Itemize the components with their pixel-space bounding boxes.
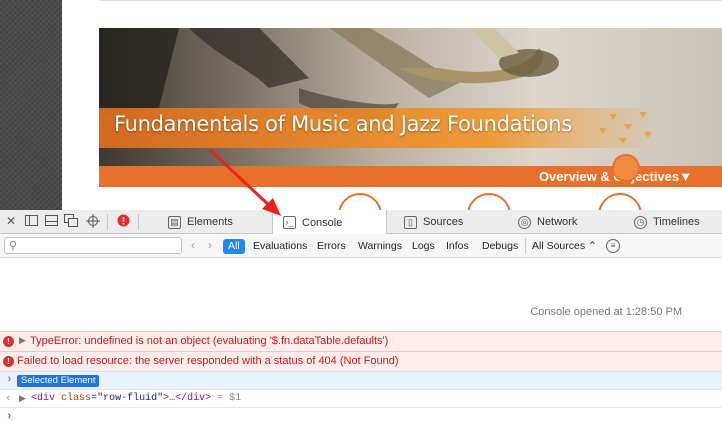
next-match-icon[interactable]: › <box>202 238 218 254</box>
console-output: Console opened at 1:28:50 PM ! ▶ TypeErr… <box>0 259 722 421</box>
filter-all[interactable]: All <box>223 239 245 254</box>
tab-label: Network <box>537 216 578 228</box>
disclosure-triangle-icon[interactable]: ▶ <box>19 394 26 404</box>
selected-element-badge: Selected Element <box>17 375 100 387</box>
search-input[interactable] <box>25 239 175 252</box>
result-arrow-icon: ‹ <box>5 393 12 405</box>
search-icon: ⚲ <box>9 240 18 252</box>
toolbar-divider <box>107 214 108 230</box>
error-message: Failed to load resource: the server resp… <box>17 355 399 367</box>
filter-infos[interactable]: Infos <box>441 239 474 254</box>
close-icon[interactable]: ✕ <box>4 214 18 228</box>
hover-indicator-icon <box>612 154 640 182</box>
filter-divider <box>525 238 526 254</box>
code-var: = $1 <box>217 393 242 404</box>
error-icon: ! <box>3 336 14 347</box>
tab-label: Elements <box>187 216 233 228</box>
prompt-chevron-icon: › <box>6 374 13 386</box>
console-icon: ›_ <box>283 216 296 229</box>
tab-sources[interactable]: ▯ Sources <box>394 210 473 234</box>
selected-element-row[interactable]: › Selected Element <box>0 371 722 389</box>
network-icon: ◎ <box>518 215 531 229</box>
devtools-tab-bar: ✕ ▤ Elements ›_ Console ▯ Sources ◎ Netw… <box>0 210 722 235</box>
filter-evaluations[interactable]: Evaluations <box>248 239 312 254</box>
disclosure-triangle-icon[interactable]: ▶ <box>19 335 26 346</box>
console-error-row[interactable]: ! Failed to load resource: the server re… <box>0 351 722 371</box>
web-page: Fundamentals of Music and Jazz Foundatio… <box>0 0 722 210</box>
toolbar-divider <box>138 214 139 230</box>
dock-bottom-icon[interactable] <box>44 214 58 228</box>
code-attr-value: "row-fluid" <box>97 393 164 404</box>
console-result-row[interactable]: ‹ ▶ <div class="row-fluid">…</div> = $1 <box>0 389 722 407</box>
clear-console-icon[interactable]: ≡ <box>606 239 620 253</box>
tab-timelines[interactable]: ◷ Timelines <box>624 210 710 234</box>
console-opened-message: Console opened at 1:28:50 PM <box>530 306 682 318</box>
undock-icon[interactable] <box>64 214 78 228</box>
error-message: TypeError: undefined is not an object (e… <box>30 335 389 347</box>
sources-icon: ▯ <box>404 215 417 229</box>
course-module-icon[interactable] <box>338 193 382 210</box>
course-module-icon[interactable] <box>598 193 642 210</box>
error-count-icon[interactable] <box>116 214 130 228</box>
web-inspector: ✕ ▤ Elements ›_ Console ▯ Sources ◎ Netw… <box>0 210 722 421</box>
console-prompt-row[interactable]: › <box>0 407 722 421</box>
tab-label: Sources <box>423 216 464 228</box>
sources-select-value: All Sources <box>532 240 586 252</box>
tab-label: Console <box>302 216 343 229</box>
filter-logs[interactable]: Logs <box>407 239 440 254</box>
hero-title: Fundamentals of Music and Jazz Foundatio… <box>114 112 572 136</box>
code-tag-rest: >…</div> <box>163 393 212 404</box>
tab-console[interactable]: ›_ Console <box>272 210 387 235</box>
dock-side-icon[interactable] <box>24 214 38 228</box>
code-tag-open: <div <box>31 393 56 404</box>
code-attr-name: class <box>61 393 92 404</box>
inspect-element-icon[interactable] <box>86 214 100 228</box>
console-filter-bar: ⚲ ‹ › All Evaluations Errors Warnings Lo… <box>0 234 722 258</box>
filter-warnings[interactable]: Warnings <box>353 239 407 254</box>
filter-debugs[interactable]: Debugs <box>477 239 523 254</box>
prompt-chevron-icon: › <box>6 411 13 421</box>
course-module-icon[interactable] <box>467 193 511 210</box>
chevron-updown-icon: ⌃ <box>588 240 597 252</box>
tab-network[interactable]: ◎ Network <box>508 210 587 234</box>
page-top-divider <box>100 0 722 1</box>
error-icon: ! <box>3 356 14 367</box>
sources-select[interactable]: All Sources ⌃ <box>532 239 597 254</box>
hero-banner: Fundamentals of Music and Jazz Foundatio… <box>99 28 722 166</box>
console-error-row[interactable]: ! ▶ TypeError: undefined is not an objec… <box>0 331 722 351</box>
tab-label: Timelines <box>653 216 700 228</box>
console-search-box[interactable]: ⚲ <box>4 237 182 254</box>
page-background-texture <box>0 0 62 210</box>
result-element: <div class="row-fluid">…</div> = $1 <box>31 393 242 404</box>
previous-match-icon[interactable]: ‹ <box>185 238 201 254</box>
filter-errors[interactable]: Errors <box>312 239 351 254</box>
elements-icon: ▤ <box>168 215 181 229</box>
timelines-icon: ◷ <box>634 215 647 229</box>
tab-elements[interactable]: ▤ Elements <box>158 210 243 234</box>
